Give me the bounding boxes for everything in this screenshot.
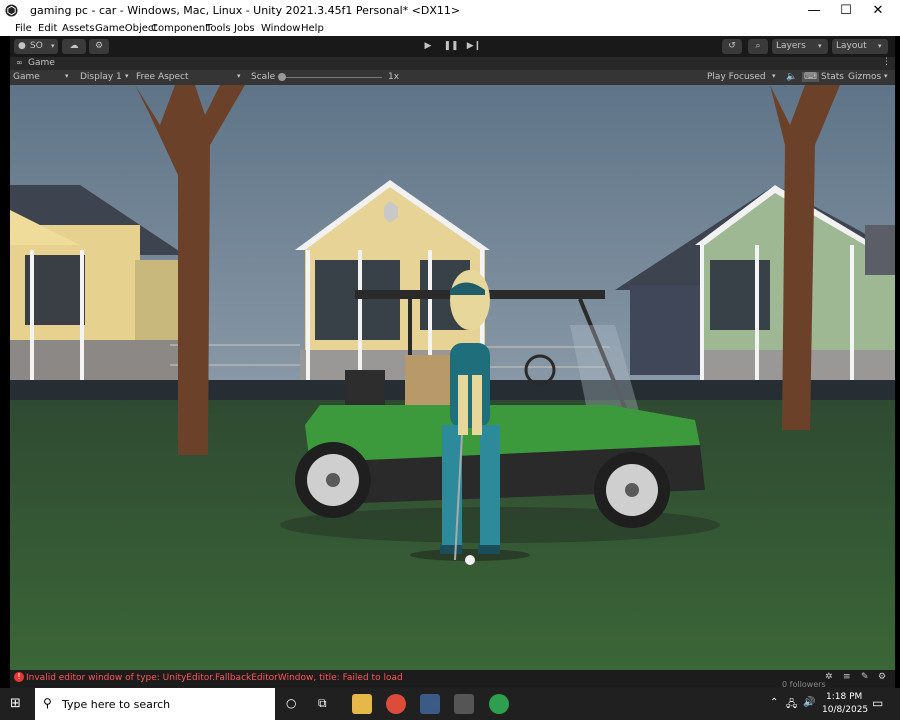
menu-jobs[interactable]: Jobs [234,23,255,34]
keyboard-icon[interactable]: ⌨ [802,72,819,82]
cortana-icon[interactable]: ○ [286,696,296,710]
menu-component[interactable]: Component [151,23,209,34]
account-icon: ● [18,41,26,51]
close-button[interactable]: ✕ [862,0,894,22]
step-button[interactable]: ▶❙ [464,39,484,54]
chrome-icon-2[interactable] [489,694,509,714]
menu-window[interactable]: Window [261,23,300,34]
chevron-down-icon: ▾ [818,42,822,50]
notification-center-icon[interactable]: ▭ [872,696,883,710]
left-desktop-strip [0,36,10,688]
clock-time[interactable]: 1:18 PM [826,692,862,702]
play-button[interactable]: ▶ [418,39,438,54]
settings-icon[interactable]: ⚙ [878,672,886,682]
scale-slider-handle[interactable] [278,73,286,81]
more-options-icon[interactable]: ⋮ [882,57,891,67]
view-select[interactable]: Game [13,72,40,82]
error-message[interactable]: Invalid editor window of type: UnityEdit… [26,673,403,683]
display-select[interactable]: Display 1 [80,72,122,82]
game-tab-strip: ∞ Game ⋮ [10,57,895,70]
search-icon[interactable]: ⌕ [748,39,768,54]
chevron-up-icon[interactable]: ⌃ [770,697,778,708]
chevron-down-icon: ▾ [65,72,69,80]
menu-gameobject[interactable]: GameObject [95,23,157,34]
chevron-down-icon: ▾ [125,72,129,80]
bug-icon[interactable]: ✲ [825,672,833,682]
layout-dropdown[interactable]: Layout ▾ [832,39,888,54]
minimize-button[interactable]: — [798,0,830,22]
title-bar: gaming pc - car - Windows, Mac, Linux - … [0,0,900,22]
scale-label: Scale [251,72,276,82]
stats-button[interactable]: Stats [821,72,844,82]
chevron-down-icon: ▾ [772,72,776,80]
menu-help[interactable]: Help [301,23,324,34]
task-view-icon[interactable]: ⧉ [318,696,327,711]
menu-edit[interactable]: Edit [38,23,57,34]
console-status-bar[interactable]: ! Invalid editor window of type: UnityEd… [10,670,895,689]
file-explorer-icon[interactable] [352,694,372,714]
network-icon[interactable]: 🖧 [786,697,797,714]
game-view-icon: ∞ [16,58,23,67]
pause-button[interactable]: ❚❚ [441,39,461,54]
play-mode-select[interactable]: Play Focused [707,72,766,82]
gizmos-button[interactable]: Gizmos [848,72,881,82]
account-dropdown[interactable]: ● SO ▾ [14,39,58,54]
windows-start-icon[interactable]: ⊞ [10,696,21,711]
right-desktop-strip [895,36,900,688]
cloud-icon[interactable]: ☁ [62,39,86,54]
scale-value: 1x [388,72,400,82]
menu-file[interactable]: File [15,23,32,34]
chevron-down-icon: ▾ [878,42,882,50]
notifications-icon[interactable]: ✎ [861,672,869,682]
maximize-button[interactable]: ☐ [830,0,862,22]
progress-icon[interactable]: ≡ [843,672,851,682]
taskbar-search[interactable]: ⚲ Type here to search [35,688,275,720]
volume-icon[interactable]: 🔊 [803,697,815,708]
mute-audio-icon[interactable]: 🔈 [786,72,797,82]
chrome-icon[interactable] [386,694,406,714]
history-icon[interactable]: ↺ [722,39,742,54]
game-scene [10,85,895,670]
layers-dropdown[interactable]: Layers ▾ [772,39,828,54]
unity-logo-icon [5,4,18,17]
menu-tools[interactable]: Tools [206,23,231,34]
unity-editor-icon[interactable] [454,694,474,714]
collab-icon[interactable]: ⚙ [89,39,109,54]
menu-bar: File Edit Assets GameObject Component To… [0,22,900,36]
game-view-toolbar: Game ▾ Display 1 ▾ Free Aspect ▾ Scale 1… [10,70,895,85]
window-title: gaming pc - car - Windows, Mac, Linux - … [30,4,461,17]
clock-date[interactable]: 10/8/2025 [822,705,868,715]
tab-game[interactable]: Game [28,58,55,68]
chevron-down-icon: ▾ [237,72,241,80]
chevron-down-icon: ▾ [884,72,888,80]
scale-slider[interactable] [282,77,382,78]
chevron-down-icon: ▾ [51,42,55,50]
aspect-select[interactable]: Free Aspect [136,72,189,82]
error-icon: ! [14,672,24,682]
windows-taskbar: ⊞ ⚲ Type here to search ○ ⧉ ⌃ 🖧 🔊 1:18 P… [0,688,900,720]
menu-assets[interactable]: Assets [62,23,95,34]
unity-toolbar: ● SO ▾ ☁ ⚙ ▶ ❚❚ ▶❙ ↺ ⌕ Layers ▾ Layout ▾ [10,36,895,57]
search-icon: ⚲ [43,696,52,710]
game-viewport[interactable] [10,85,895,670]
search-input[interactable]: Type here to search [62,698,170,711]
unity-hub-icon[interactable] [420,694,440,714]
